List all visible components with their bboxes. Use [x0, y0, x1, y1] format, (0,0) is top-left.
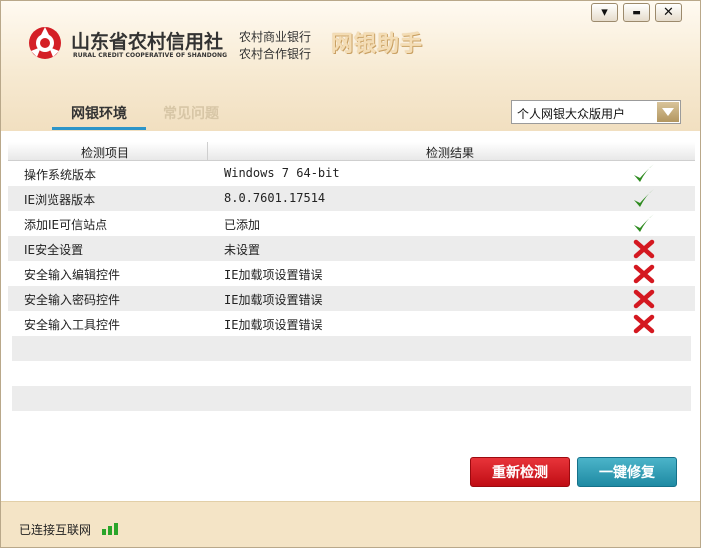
table-row: 安全输入编辑控件 IE加载项设置错误 — [8, 261, 695, 286]
checkmark-icon — [634, 164, 654, 182]
check-item-label: 安全输入密码控件 — [24, 293, 121, 307]
header: 山东省农村信用社 RURAL CREDIT COOPERATIVE OF SHA… — [1, 1, 700, 131]
column-header-item: 检测项目 — [81, 146, 130, 160]
check-result-value: 未设置 — [224, 243, 261, 257]
minimize-button[interactable]: ▬ — [623, 3, 650, 22]
check-item-label: IE安全设置 — [24, 243, 84, 257]
check-result-value: 已添加 — [224, 218, 261, 232]
table-row: 安全输入工具控件 IE加载项设置错误 — [8, 311, 695, 336]
minimize-icon: ▬ — [632, 7, 641, 18]
connection-status: 已连接互联网 — [19, 523, 92, 537]
check-results-table: 检测项目 检测结果 操作系统版本 Windows 7 64-bit IE浏览器版本 8… — [8, 142, 695, 411]
dropdown-arrow-icon[interactable] — [657, 102, 679, 122]
chevron-down-icon: ▾ — [601, 5, 608, 20]
table-row: IE安全设置 未设置 — [8, 236, 695, 261]
error-x-icon — [633, 239, 655, 259]
network-signal-icon — [102, 523, 118, 535]
active-tab-indicator — [52, 127, 146, 130]
checkmark-icon — [634, 214, 654, 232]
error-x-icon — [633, 314, 655, 334]
brand-name: 山东省农村信用社 — [71, 31, 224, 53]
table-row: 添加IE可信站点 已添加 — [8, 211, 695, 236]
user-type-value: 个人网银大众版用户 — [517, 107, 626, 121]
check-result-value: IE加载项设置错误 — [224, 293, 323, 307]
empty-row — [12, 336, 691, 361]
one-click-repair-button[interactable]: 一键修复 — [577, 457, 677, 487]
check-item-label: 安全输入编辑控件 — [24, 268, 121, 282]
table-row: 安全输入密码控件 IE加载项设置错误 — [8, 286, 695, 311]
empty-row — [12, 386, 691, 411]
check-item-label: 添加IE可信站点 — [24, 218, 108, 232]
close-button[interactable]: ✕ — [655, 3, 682, 22]
status-bar: 已连接互联网 — [1, 501, 700, 547]
table-row: 操作系统版本 Windows 7 64-bit — [8, 161, 695, 186]
rural-credit-logo-icon — [29, 27, 61, 59]
table-row: IE浏览器版本 8.0.7601.17514 — [8, 186, 695, 211]
brand-subtitle: RURAL CREDIT COOPERATIVE OF SHANDONG — [73, 52, 228, 59]
check-result-value: IE加载项设置错误 — [224, 268, 323, 282]
check-item-label: IE浏览器版本 — [24, 193, 96, 207]
column-header-result: 检测结果 — [426, 146, 475, 160]
table-header: 检测项目 检测结果 — [8, 142, 695, 161]
close-icon: ✕ — [663, 5, 674, 20]
error-x-icon — [633, 264, 655, 284]
checkmark-icon — [634, 189, 654, 207]
app-window: 山东省农村信用社 RURAL CREDIT COOPERATIVE OF SHA… — [0, 0, 701, 548]
check-result-value: Windows 7 64-bit — [224, 166, 340, 180]
bank-line-2: 农村合作银行 — [239, 47, 312, 61]
check-result-value: 8.0.7601.17514 — [224, 191, 326, 205]
tab-faq[interactable]: 常见问题 — [163, 103, 219, 123]
tab-online-banking-env[interactable]: 网银环境 — [52, 103, 146, 123]
check-item-label: 操作系统版本 — [24, 168, 97, 182]
error-x-icon — [633, 289, 655, 309]
recheck-button[interactable]: 重新检测 — [470, 457, 570, 487]
app-title: 网银助手 — [331, 32, 424, 57]
check-item-label: 安全输入工具控件 — [24, 318, 121, 332]
menu-button[interactable]: ▾ — [591, 3, 618, 22]
empty-row — [12, 361, 691, 386]
check-result-value: IE加载项设置错误 — [224, 318, 323, 332]
bank-line-1: 农村商业银行 — [239, 30, 312, 44]
user-type-select[interactable]: 个人网银大众版用户 — [511, 100, 681, 124]
